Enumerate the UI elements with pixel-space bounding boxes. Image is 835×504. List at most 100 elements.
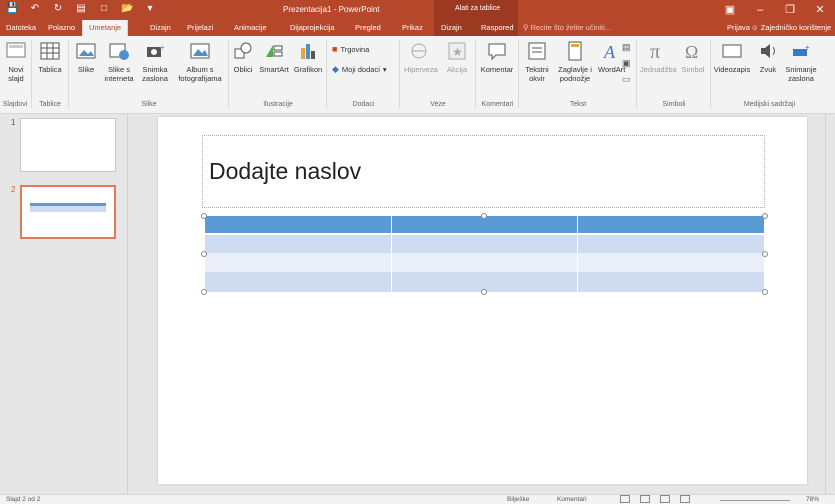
undo-icon[interactable]: ↶ <box>29 3 41 14</box>
store-button[interactable]: ■ Trgovina <box>332 44 369 54</box>
restore-icon[interactable]: ❐ <box>775 0 805 20</box>
table-cell[interactable] <box>577 272 765 292</box>
online-pictures-button[interactable]: Slike s interneta <box>102 40 136 83</box>
resize-handle[interactable] <box>201 213 207 219</box>
table-cell[interactable] <box>577 253 765 272</box>
audio-button[interactable]: Zvuk <box>755 40 781 74</box>
object-icon[interactable]: ▭ <box>622 74 631 85</box>
present-icon[interactable]: ▤ <box>75 3 87 14</box>
table-cell[interactable] <box>204 272 392 292</box>
photo-album-button[interactable]: Album s fotografijama <box>174 40 226 83</box>
slide-thumbnail-1[interactable] <box>20 118 116 172</box>
resize-handle[interactable] <box>762 289 768 295</box>
screen-recording-button[interactable]: + Snimanje zaslona <box>781 40 821 83</box>
title-bar: 💾 ↶ ↻ ▤ □ 📂 ▾ Prezentacija1 - PowerPoint… <box>0 0 835 20</box>
slide-number-icon[interactable]: ▣ <box>622 58 631 69</box>
table-cell[interactable] <box>390 253 579 272</box>
view-buttons <box>620 495 690 503</box>
share-label: Zajedničko korištenje <box>760 23 832 32</box>
tab-design[interactable]: Dizajn <box>150 20 171 36</box>
slide-canvas[interactable]: Dodajte naslov <box>158 117 807 484</box>
wordart-icon: A <box>603 42 616 62</box>
close-icon[interactable]: ✕ <box>805 0 835 20</box>
ribbon-display-icon[interactable]: ▣ <box>715 0 745 20</box>
tab-table-design[interactable]: Dizajn <box>441 20 462 36</box>
zoom-slider[interactable] <box>720 500 790 501</box>
table-cell[interactable] <box>204 234 392 253</box>
group-label-symbols: Simboli <box>662 101 686 108</box>
wordart-button[interactable]: A WordArt <box>598 40 625 74</box>
tab-insert[interactable]: Umetanje <box>82 20 129 36</box>
comment-button[interactable]: Komentar <box>478 40 516 74</box>
omega-icon: Ω <box>685 42 698 62</box>
open-icon[interactable]: 📂 <box>121 3 133 14</box>
action-button[interactable]: ★ Akcija <box>443 40 471 74</box>
workspace: 1 2 Dodajte naslov <box>0 114 835 494</box>
table-cell[interactable] <box>204 216 392 235</box>
video-button[interactable]: Videozapis <box>712 40 752 74</box>
comments-button[interactable]: Komentari <box>557 496 587 503</box>
vertical-scrollbar[interactable] <box>825 114 835 494</box>
resize-handle[interactable] <box>201 251 207 257</box>
action-icon: ★ <box>448 42 466 60</box>
group-label-comments: Komentari <box>481 101 514 108</box>
slideshow-icon[interactable] <box>680 495 690 503</box>
slide-table[interactable] <box>204 216 765 292</box>
zoom-level[interactable]: 78% <box>806 496 819 503</box>
table-cell[interactable] <box>577 216 765 235</box>
tab-table-layout[interactable]: Raspored <box>481 20 514 36</box>
table-cell[interactable] <box>390 234 579 253</box>
group-label-addins: Dodaci <box>352 101 375 108</box>
save-icon[interactable]: 💾 <box>6 3 18 14</box>
resize-handle[interactable] <box>762 251 768 257</box>
resize-handle[interactable] <box>481 213 487 219</box>
resize-handle[interactable] <box>201 289 207 295</box>
new-icon[interactable]: □ <box>98 3 110 14</box>
slide-sorter-icon[interactable] <box>640 495 650 503</box>
tell-me-box[interactable]: ⚲ Recite što želite učiniti... <box>523 20 611 36</box>
hyperlink-icon <box>411 43 427 59</box>
equation-button[interactable]: π Jednadžba <box>640 40 677 74</box>
table-cell[interactable] <box>577 234 765 253</box>
reading-view-icon[interactable] <box>660 495 670 503</box>
normal-view-icon[interactable] <box>620 495 630 503</box>
tab-review[interactable]: Pregled <box>355 20 381 36</box>
shapes-button[interactable]: Oblici <box>231 40 255 74</box>
group-label-slides: Slajdovi <box>2 101 28 108</box>
new-slide-icon <box>6 42 26 58</box>
my-addins-button[interactable]: ◆ Moji dodaci ▾ <box>332 64 387 75</box>
smartart-button[interactable]: SmartArt <box>256 40 292 74</box>
header-footer-button[interactable]: Zaglavlje i podnožje <box>552 40 598 83</box>
chart-button[interactable]: Grafikon <box>293 40 323 74</box>
slide-thumbnail-2[interactable] <box>20 185 116 239</box>
customize-icon[interactable]: ▾ <box>144 3 156 14</box>
hyperlink-button[interactable]: Hiperveza <box>404 40 438 74</box>
date-time-icon[interactable]: ▤ <box>622 42 631 53</box>
redo-icon[interactable]: ↻ <box>52 3 64 14</box>
minimize-icon[interactable]: – <box>745 0 775 20</box>
pi-icon: π <box>650 41 660 62</box>
tab-animations[interactable]: Animacije <box>234 20 267 36</box>
share-button[interactable]: ☺ Zajedničko korištenje <box>751 20 831 36</box>
sign-in-link[interactable]: Prijava <box>727 20 750 36</box>
textbox-button[interactable]: Tekstni okvir <box>522 40 552 83</box>
symbol-button[interactable]: Ω Simbol <box>678 40 708 74</box>
notes-button[interactable]: Bilješke <box>507 496 529 503</box>
table-cell[interactable] <box>204 253 392 272</box>
tab-file[interactable]: Datoteka <box>6 20 36 36</box>
svg-text:π: π <box>650 41 660 62</box>
resize-handle[interactable] <box>481 289 487 295</box>
table-button[interactable]: Tablica <box>35 40 65 74</box>
title-placeholder[interactable]: Dodajte naslov <box>202 135 765 208</box>
resize-handle[interactable] <box>762 213 768 219</box>
tab-transitions[interactable]: Prijelazi <box>187 20 213 36</box>
new-slide-button[interactable]: Novi slajd <box>3 40 29 83</box>
pictures-button[interactable]: Slike <box>72 40 100 74</box>
textbox-icon <box>528 42 546 60</box>
tab-home[interactable]: Polazno <box>48 20 75 36</box>
tab-view[interactable]: Prikaz <box>402 20 423 36</box>
camera-icon: + <box>147 43 165 57</box>
tab-slideshow[interactable]: Dijaprojekcija <box>290 20 335 36</box>
screenshot-button[interactable]: + Snimka zaslona <box>138 40 172 83</box>
svg-text:+: + <box>805 43 810 52</box>
